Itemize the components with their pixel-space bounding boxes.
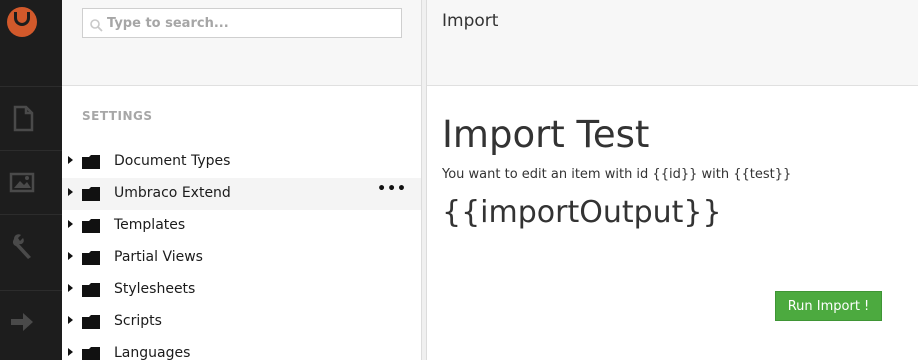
page-title: Import xyxy=(442,11,499,31)
caret-right-icon[interactable] xyxy=(68,252,73,260)
main-panel: Import Import Test You want to edit an i… xyxy=(427,0,918,360)
folder-icon xyxy=(82,315,100,329)
wrench-icon xyxy=(12,234,31,259)
arrow-right-icon xyxy=(11,313,33,331)
tree-item-label: Document Types xyxy=(114,153,231,169)
content-section-button[interactable] xyxy=(0,86,62,148)
tree-item-languages[interactable]: Languages xyxy=(62,338,421,360)
tree-item-stylesheets[interactable]: Stylesheets xyxy=(62,274,421,306)
tree-item-scripts[interactable]: Scripts xyxy=(62,306,421,338)
run-import-button[interactable]: Run Import ! xyxy=(775,291,882,321)
folder-icon xyxy=(82,187,100,201)
tree-item-partial-views[interactable]: Partial Views xyxy=(62,242,421,274)
tree-item-label: Scripts xyxy=(114,313,162,329)
more-icon[interactable]: ••• xyxy=(377,181,407,197)
tree-panel: SETTINGS Document Types Umbraco Extend •… xyxy=(62,0,421,360)
umbraco-logo-icon[interactable] xyxy=(0,0,62,42)
caret-right-icon[interactable] xyxy=(68,284,73,292)
caret-right-icon[interactable] xyxy=(68,156,73,164)
import-description: You want to edit an item with id {{id}} … xyxy=(442,167,792,182)
caret-right-icon[interactable] xyxy=(68,348,73,356)
search-box xyxy=(82,8,402,38)
section-rail xyxy=(0,0,62,360)
caret-right-icon[interactable] xyxy=(68,316,73,324)
tree-list: Document Types Umbraco Extend ••• Templa… xyxy=(62,146,421,360)
tree-item-document-types[interactable]: Document Types xyxy=(62,146,421,178)
media-section-button[interactable] xyxy=(0,150,62,212)
media-icon xyxy=(9,172,35,193)
folder-icon xyxy=(82,219,100,233)
document-icon xyxy=(13,105,34,132)
section-title: SETTINGS xyxy=(82,109,153,123)
tree-item-label: Partial Views xyxy=(114,249,203,265)
tree-item-label: Templates xyxy=(114,217,186,233)
folder-icon xyxy=(82,155,100,169)
tree-item-umbraco-extend[interactable]: Umbraco Extend ••• xyxy=(62,178,421,210)
settings-section-button[interactable] xyxy=(0,214,62,276)
search-input[interactable] xyxy=(107,9,397,37)
folder-icon xyxy=(82,347,100,360)
deploy-section-button[interactable] xyxy=(0,290,62,352)
caret-right-icon[interactable] xyxy=(68,188,73,196)
tree-item-label: Umbraco Extend xyxy=(114,185,231,201)
main-header: Import xyxy=(427,0,918,86)
caret-right-icon[interactable] xyxy=(68,220,73,228)
tree-item-label: Stylesheets xyxy=(114,281,196,297)
tree-item-label: Languages xyxy=(114,345,191,360)
import-output: {{importOutput}} xyxy=(442,195,722,230)
search-icon xyxy=(90,19,103,32)
import-heading: Import Test xyxy=(442,113,650,156)
tree-header xyxy=(62,0,421,86)
tree-item-templates[interactable]: Templates xyxy=(62,210,421,242)
folder-icon xyxy=(82,251,100,265)
folder-icon xyxy=(82,283,100,297)
